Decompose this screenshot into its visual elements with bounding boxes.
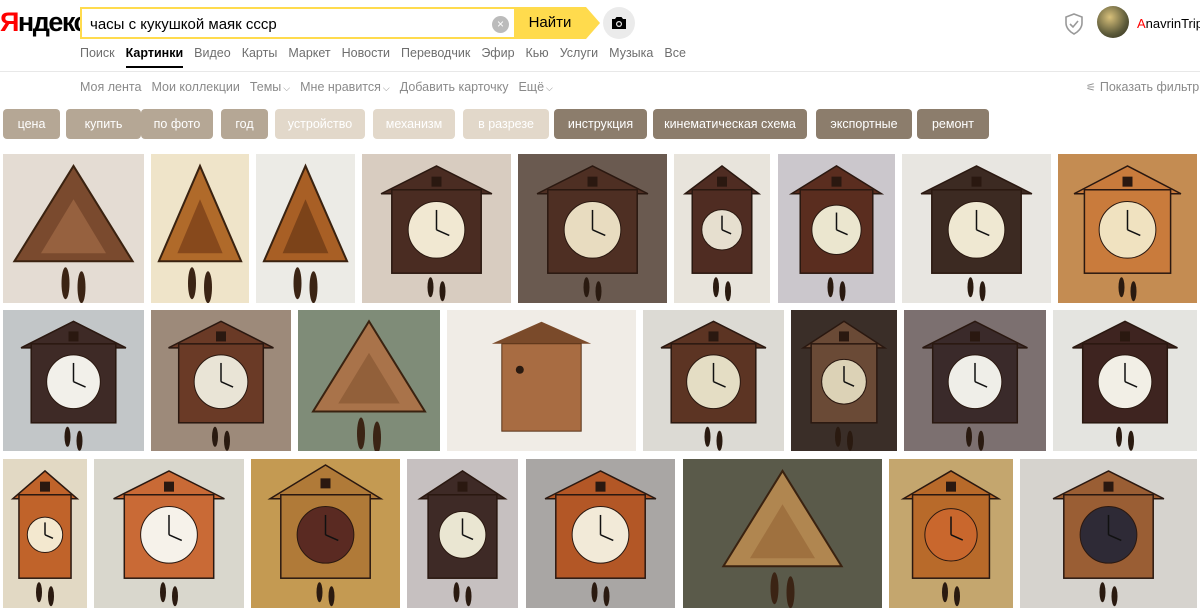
subnav-item-label: Ещё — [518, 80, 545, 94]
image-thumbnail[interactable] — [447, 310, 636, 451]
query-chip[interactable]: ремонт — [917, 109, 989, 139]
tab-7[interactable]: Переводчик — [401, 46, 470, 68]
image-thumbnail[interactable] — [778, 154, 895, 303]
image-thumbnail[interactable] — [407, 459, 518, 608]
sliders-icon: ⚟ — [1086, 82, 1096, 94]
subnav-item-6[interactable]: Ещё ⌵ — [518, 80, 552, 96]
image-thumbnail[interactable] — [362, 154, 511, 303]
show-filters-label: Показать фильтры — [1099, 80, 1200, 94]
search-box: × — [80, 7, 514, 39]
query-chip[interactable]: инструкция — [554, 109, 647, 139]
yandex-logo[interactable]: Яндекс — [0, 4, 89, 40]
image-thumbnail[interactable] — [791, 310, 897, 451]
image-thumbnail[interactable] — [1020, 459, 1197, 608]
query-chip[interactable]: экспортные — [816, 109, 912, 139]
image-thumbnail[interactable] — [3, 154, 144, 303]
subnav-item-label: Темы — [249, 80, 282, 94]
tab-10[interactable]: Услуги — [560, 46, 598, 68]
query-chip[interactable]: в разрезе — [463, 109, 549, 139]
tab-2[interactable]: Картинки — [125, 46, 184, 68]
tab-6[interactable]: Новости — [342, 46, 390, 68]
subnav-item-label: Моя лента — [80, 80, 142, 94]
subnav-item-4[interactable]: Мне нравится ⌵ — [300, 80, 390, 96]
clear-search-button[interactable]: × — [492, 16, 509, 33]
image-thumbnail[interactable] — [683, 459, 882, 608]
tab-4[interactable]: Карты — [242, 46, 278, 68]
tab-9[interactable]: Кью — [526, 46, 549, 68]
image-thumbnail[interactable] — [643, 310, 784, 451]
subnav-item-label: Мне нравится — [300, 80, 381, 94]
subnav-item-2[interactable]: Мои коллекции — [151, 80, 239, 96]
search-input[interactable] — [90, 14, 480, 34]
subnav-item-3[interactable]: Темы ⌵ — [250, 80, 290, 96]
image-thumbnail[interactable] — [251, 459, 400, 608]
image-thumbnail[interactable] — [1053, 310, 1197, 451]
image-thumbnail[interactable] — [3, 459, 87, 608]
show-filters-button[interactable]: ⚟ Показать фильтры — [1086, 80, 1200, 94]
image-thumbnail[interactable] — [674, 154, 770, 303]
username[interactable]: AnavrinTrip — [1137, 16, 1200, 31]
service-tabs: Поиск Картинки Видео Карты Маркет Новости Пере… — [80, 46, 697, 68]
subnav-item-1[interactable]: Моя лента — [80, 80, 141, 96]
image-thumbnail[interactable] — [889, 459, 1013, 608]
subnav-item-label: Мои коллекции — [151, 80, 240, 94]
tab-12[interactable]: Все — [664, 46, 686, 68]
image-thumbnail[interactable] — [902, 154, 1051, 303]
tab-11[interactable]: Музыка — [609, 46, 653, 68]
image-thumbnail[interactable] — [298, 310, 440, 451]
query-chip[interactable]: механизм — [373, 109, 455, 139]
image-thumbnail[interactable] — [526, 459, 675, 608]
query-chip[interactable]: кинематическая схема — [653, 109, 807, 139]
tab-3[interactable]: Видео — [194, 46, 231, 68]
tab-1[interactable]: Поиск — [80, 46, 115, 68]
query-chip[interactable]: по фото — [141, 109, 213, 139]
image-thumbnail[interactable] — [1058, 154, 1197, 303]
query-chip[interactable]: год — [221, 109, 268, 139]
image-thumbnail[interactable] — [3, 310, 144, 451]
image-thumbnail[interactable] — [151, 154, 249, 303]
search-button[interactable]: Найти — [514, 7, 600, 39]
images-subnav: Моя лента Мои коллекции Темы ⌵ Мне нравится ⌵… — [80, 80, 563, 96]
image-thumbnail[interactable] — [904, 310, 1046, 451]
subnav-item-label: Добавить карточку — [399, 80, 509, 94]
query-chip[interactable]: цена — [3, 109, 60, 139]
tab-5[interactable]: Маркет — [288, 46, 330, 68]
avatar[interactable] — [1097, 6, 1129, 38]
chevron-down-icon: ⌵ — [382, 83, 390, 93]
camera-icon — [612, 17, 626, 29]
query-chip[interactable]: устройство — [275, 109, 365, 139]
image-thumbnail[interactable] — [256, 154, 355, 303]
chevron-down-icon: ⌵ — [283, 83, 291, 93]
image-thumbnail[interactable] — [94, 459, 244, 608]
image-thumbnail[interactable] — [518, 154, 667, 303]
subnav-item-5[interactable]: Добавить карточку — [400, 80, 509, 96]
image-thumbnail[interactable] — [151, 310, 291, 451]
query-chip[interactable]: купить — [66, 109, 141, 139]
header: Яндекс × Найти Поиск Картинки Видео Карты Ма… — [0, 0, 1200, 72]
chevron-down-icon: ⌵ — [546, 83, 553, 93]
tab-8[interactable]: Эфир — [481, 46, 514, 68]
camera-search-button[interactable] — [603, 7, 635, 39]
shield-icon[interactable] — [1064, 13, 1084, 35]
